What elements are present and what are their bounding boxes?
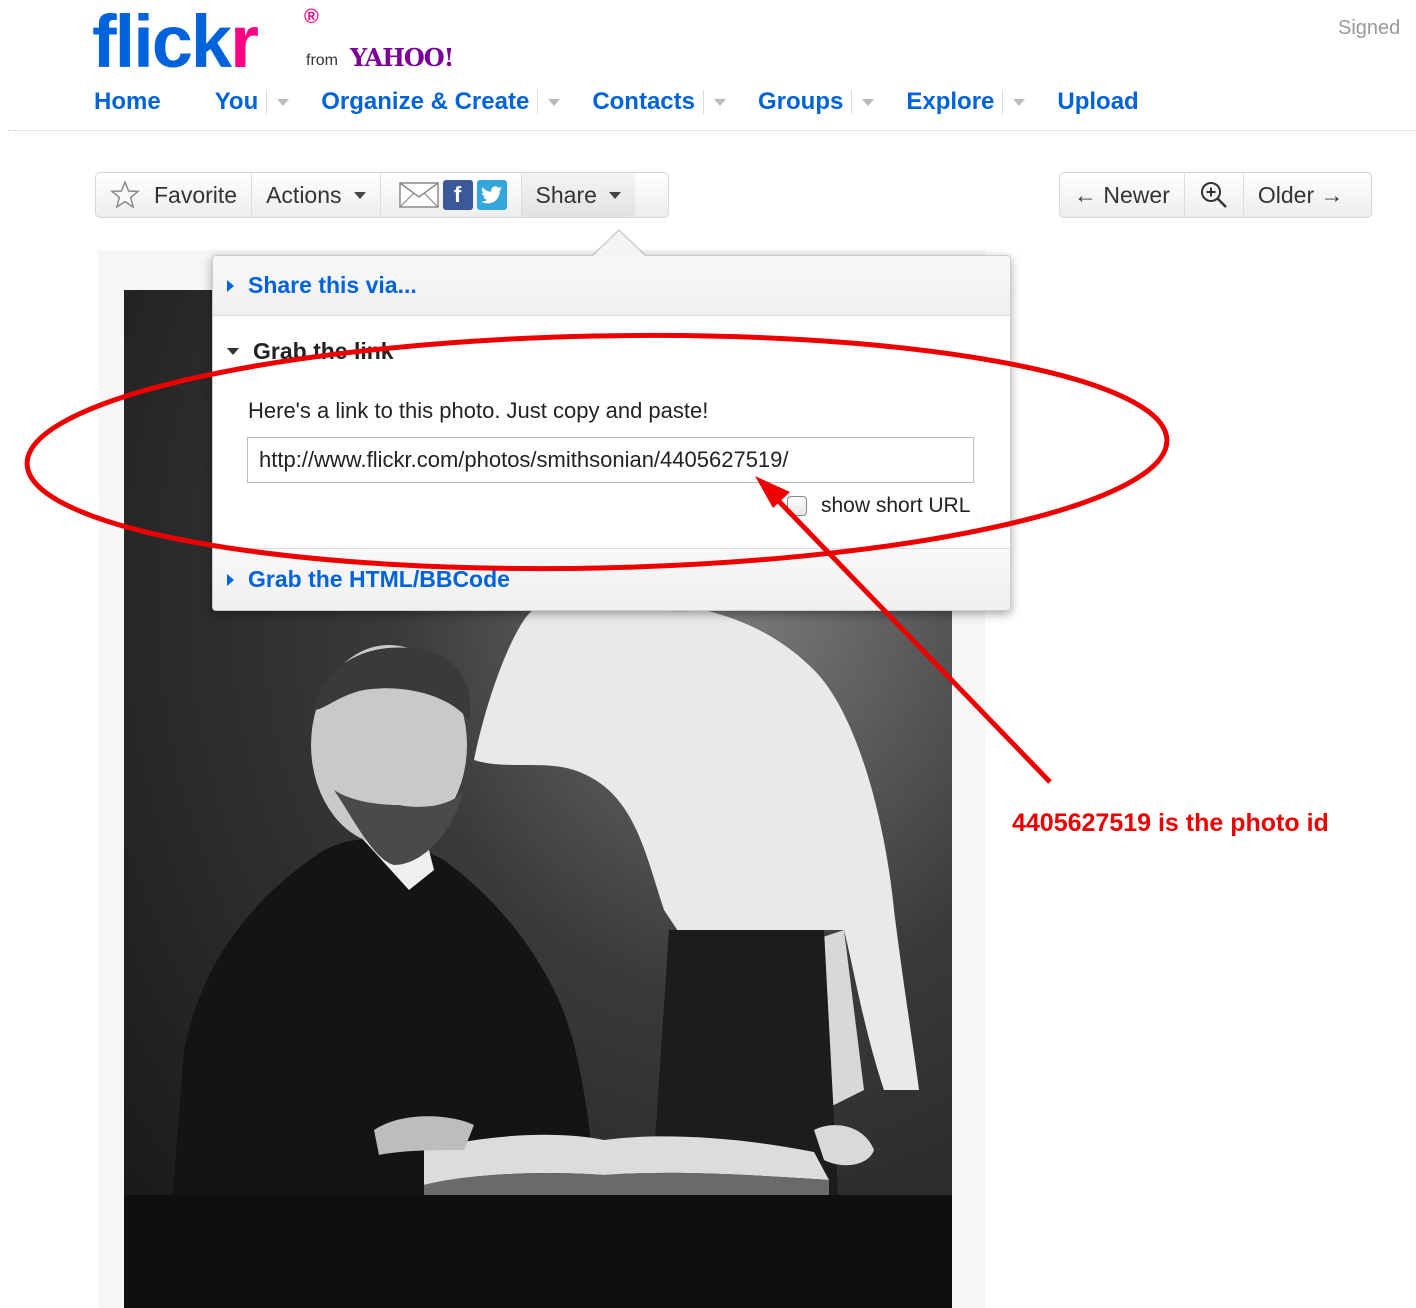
annotation-label: 4405627519 is the photo id (1012, 809, 1329, 837)
annotation-ellipse (24, 332, 1170, 572)
annotation-arrow-line (766, 488, 1052, 784)
annotation-overlay (24, 332, 1170, 784)
annotation-arrowhead (755, 476, 790, 508)
